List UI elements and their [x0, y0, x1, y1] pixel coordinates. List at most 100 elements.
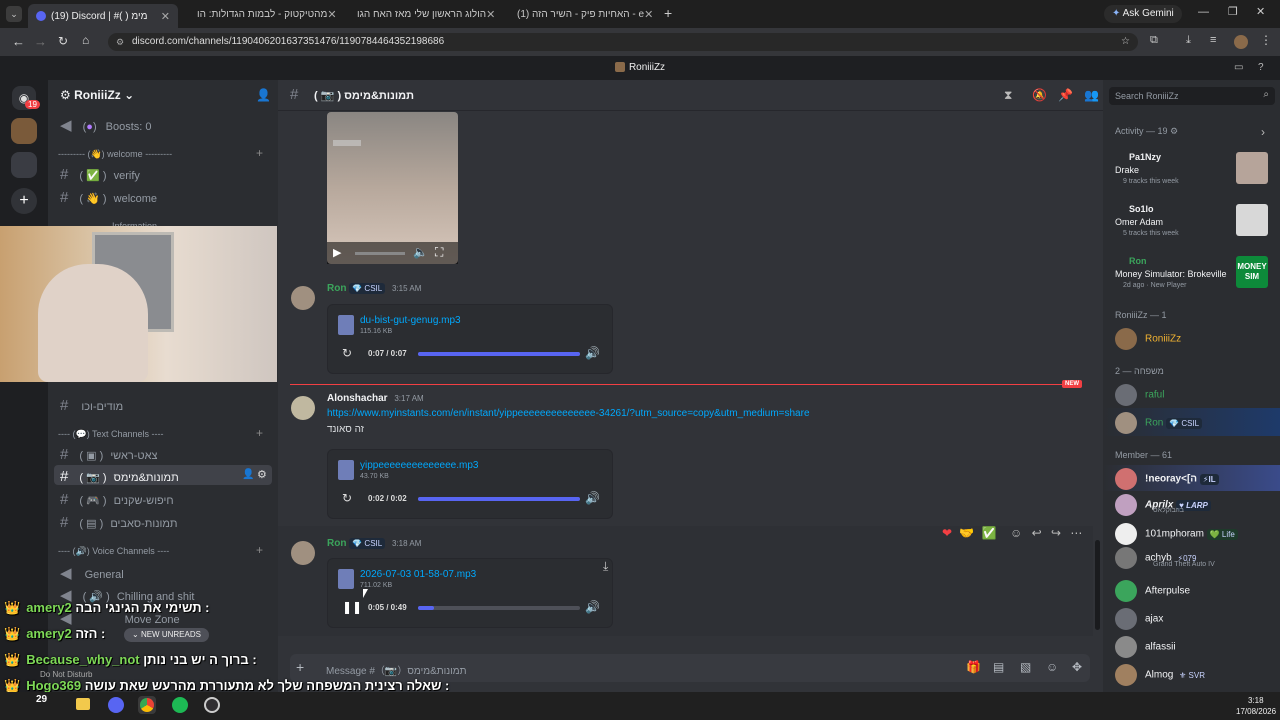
activity-card[interactable]: Pa1Nzy Drake 9 tracks this week [1109, 148, 1275, 188]
channel-images-memes[interactable]: # ( 📷 ) תמונות&מימס [60, 468, 179, 485]
voice-general[interactable]: ◀ General [60, 564, 124, 582]
author-name[interactable]: Ron [327, 283, 346, 294]
server-folder[interactable] [11, 152, 37, 178]
check-reaction-icon[interactable]: ✅ [982, 526, 997, 540]
extensions-icon[interactable]: ⧉ [1150, 34, 1158, 47]
media-icon[interactable]: ≡ [1210, 34, 1216, 46]
add-server-icon[interactable]: + [11, 188, 37, 214]
file-name[interactable]: yippeeeeeeeeeeeeee.mp3 [360, 460, 478, 471]
author-name[interactable]: Alonshachar [327, 393, 388, 404]
forward-icon[interactable]: ↪ [1051, 526, 1061, 540]
forward-arrow-icon[interactable]: → [34, 34, 47, 49]
chat-scrollbar[interactable] [1095, 540, 1100, 630]
tab-discord[interactable]: (19) Discord | #( ) מימ ✕ [28, 4, 178, 28]
member-list-icon[interactable]: 👥 [1084, 88, 1099, 102]
member-item[interactable]: 101mphoram 💚 Life [1115, 523, 1238, 545]
gift-icon[interactable]: 🎁 [966, 660, 981, 674]
member-item[interactable]: ajax [1115, 608, 1163, 630]
channel-welcome[interactable]: # ( 👋 ) welcome [60, 189, 157, 206]
play-icon[interactable]: ▶ [333, 246, 341, 259]
sticker-icon[interactable]: ▧ [1020, 660, 1031, 674]
avatar[interactable] [291, 286, 315, 310]
tab-youtube-1[interactable]: מהטיקטוק - לבמות הגדולות: הו ✕ [184, 4, 340, 24]
new-tab-plus-icon[interactable]: + [664, 5, 672, 21]
threads-icon[interactable]: ⧗ [1004, 88, 1012, 103]
video-embed[interactable]: ▶ 🔈 ⛶ [327, 112, 458, 264]
server-icon-roniiizz[interactable] [11, 118, 37, 144]
ask-gemini-button[interactable]: ✦ Ask Gemini [1104, 5, 1182, 23]
mute-bell-icon[interactable]: 🔕 [1032, 88, 1047, 102]
channel-settings-icon[interactable]: ⚙ [257, 468, 267, 481]
restore-icon[interactable]: ❐ [1228, 5, 1238, 18]
back-arrow-icon[interactable]: ← [12, 34, 25, 49]
add-channel-icon[interactable]: + [256, 146, 263, 160]
volume-icon[interactable]: 🔊 [585, 600, 600, 614]
reload-icon[interactable]: ↻ [58, 34, 68, 48]
close-icon[interactable]: ✕ [327, 8, 336, 21]
volume-icon[interactable]: 🔊 [585, 346, 600, 360]
pin-icon[interactable]: 📌 [1058, 88, 1073, 102]
replay-icon[interactable]: ↻ [342, 346, 352, 360]
avatar[interactable] [291, 541, 315, 565]
activity-card[interactable]: Ron Money Simulator: Brokeville 2d ago ·… [1109, 252, 1275, 292]
member-item[interactable]: raful [1115, 384, 1164, 406]
volume-icon[interactable]: 🔈 [413, 245, 428, 259]
heart-reaction-icon[interactable]: ❤ [942, 526, 952, 540]
inbox-icon[interactable]: ▭ [1234, 56, 1243, 80]
file-name[interactable]: du-bist-gut-genug.mp3 [360, 315, 461, 326]
close-icon[interactable]: ✕ [486, 8, 495, 21]
server-header[interactable]: ⚙ RoniiiZz ⌄ [60, 88, 134, 102]
search-input[interactable]: Search RoniiiZz ⌕ [1109, 87, 1275, 105]
url-field[interactable]: ⚙ discord.com/channels/11904062016373514… [108, 33, 1138, 51]
home-icon[interactable]: ⌂ [82, 33, 89, 47]
avatar[interactable] [291, 396, 315, 420]
download-icon[interactable]: ⤓ [1186, 34, 1191, 47]
download-icon[interactable]: ⤓ [603, 559, 608, 574]
add-channel-icon[interactable]: + [256, 543, 263, 557]
spotify-taskbar-icon[interactable] [172, 697, 188, 713]
fullscreen-icon[interactable]: ⛶ [435, 245, 443, 260]
add-member-icon[interactable]: 👤 [256, 88, 271, 102]
member-item[interactable]: Afterpulse [1115, 580, 1190, 602]
channel-verify[interactable]: # ( ✅ ) verify [60, 166, 140, 183]
invite-icon[interactable]: 👤 [242, 469, 254, 480]
boosts-item[interactable]: ◀ (●) Boosts: 0 [60, 116, 152, 134]
tab-search-button[interactable]: ⌄ [6, 6, 22, 22]
add-reaction-icon[interactable]: ☺ [1010, 526, 1022, 540]
reply-icon[interactable]: ↩ [1032, 526, 1042, 540]
more-icon[interactable]: ⋯ [1070, 526, 1082, 540]
chevron-right-icon[interactable]: › [1261, 125, 1265, 139]
gif-icon[interactable]: ▤ [993, 660, 1004, 674]
emoji-icon[interactable]: ☺ [1046, 660, 1058, 674]
activity-card[interactable]: So1lo Omer Adam 5 tracks this week [1109, 200, 1275, 240]
chrome-taskbar-icon[interactable] [138, 696, 156, 714]
channel-modim[interactable]: # מודים-וכו [60, 397, 123, 414]
minimize-icon[interactable]: — [1198, 6, 1209, 18]
file-explorer-icon[interactable] [76, 698, 90, 710]
close-window-icon[interactable]: ✕ [1256, 5, 1265, 18]
category-welcome[interactable]: --------- (👋) welcome --------- [58, 149, 172, 160]
profile-avatar[interactable] [1234, 35, 1248, 49]
close-icon[interactable]: ✕ [161, 10, 170, 23]
apps-icon[interactable]: ✥ [1072, 660, 1082, 674]
replay-icon[interactable]: ↻ [342, 491, 352, 505]
channel-chat-main[interactable]: # ( ▣ ) צאט-ראשי [60, 446, 158, 463]
pause-icon[interactable]: ❚❚ [342, 600, 362, 614]
author-name[interactable]: Ron [327, 538, 346, 549]
discord-taskbar-icon[interactable] [108, 697, 124, 713]
close-icon[interactable]: ✕ [644, 8, 653, 21]
menu-kebab-icon[interactable]: ⋮ [1260, 33, 1272, 47]
member-item[interactable]: !neoray<[ה ⚡IL [1115, 468, 1219, 490]
help-icon[interactable]: ? [1258, 56, 1264, 80]
bookmark-star-icon[interactable]: ☆ [1121, 33, 1130, 51]
video-seek-bar[interactable] [355, 252, 405, 255]
member-item[interactable]: RoniiiZz [1115, 328, 1181, 350]
attach-plus-icon[interactable]: + [296, 659, 304, 675]
category-voice[interactable]: ---- (🔊) Voice Channels ---- [58, 546, 169, 557]
channel-search-players[interactable]: # ( 🎮 ) חיפוש-שקנים [60, 491, 174, 508]
category-text[interactable]: ---- (💬) Text Channels ---- [58, 429, 164, 440]
member-item[interactable]: Almog ⚜ SVR [1115, 664, 1208, 686]
volume-icon[interactable]: 🔊 [585, 491, 600, 505]
tab-youtube-3[interactable]: (1) האחיות פיק - השיר הזה - e ✕ [504, 4, 660, 24]
role-tag[interactable]: 💎 CSIL [349, 283, 386, 294]
